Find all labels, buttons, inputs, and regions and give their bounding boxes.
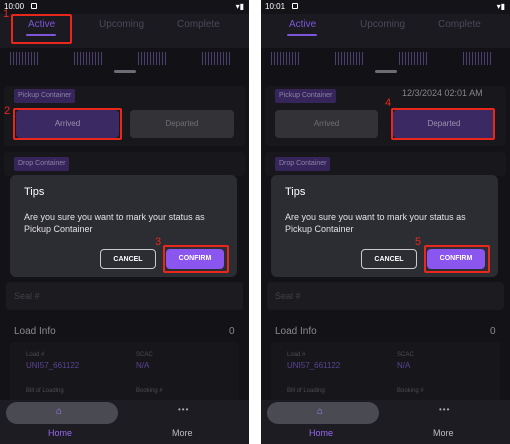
left-phone-screen: 10:00 ▾▮ Active Upcoming Complete Pickup… <box>0 0 249 444</box>
drag-handle[interactable] <box>375 70 397 73</box>
more-dots-icon[interactable]: ••• <box>178 405 189 414</box>
barcode-graphic <box>10 52 40 65</box>
active-tab-indicator <box>287 34 317 36</box>
barcode-strip <box>261 48 510 84</box>
barcode-graphic <box>74 52 104 65</box>
dialog-message: Are you sure you want to mark your statu… <box>24 212 205 234</box>
status-tabs: Active Upcoming Complete <box>261 14 510 48</box>
home-icon: ⌂ <box>317 406 324 417</box>
bottom-nav: ⌂ Home ••• More <box>261 400 510 444</box>
dialog-title: Tips <box>24 186 45 198</box>
home-nav-pill[interactable]: ⌂ <box>267 402 379 424</box>
annotation-number-5: 5 <box>415 236 422 248</box>
barcode-strip <box>0 48 249 84</box>
wifi-battery-icons: ▾▮ <box>235 2 244 11</box>
bottom-nav: ⌂ Home ••• More <box>0 400 249 444</box>
more-nav-label[interactable]: More <box>433 428 454 438</box>
tab-upcoming[interactable]: Upcoming <box>360 19 405 30</box>
barcode-graphic <box>202 52 232 65</box>
dialog-title: Tips <box>285 186 306 198</box>
annotation-number-1: 1 <box>3 8 10 20</box>
home-icon: ⌂ <box>56 406 63 417</box>
cancel-button[interactable]: CANCEL <box>100 249 156 269</box>
tab-complete[interactable]: Complete <box>438 19 481 30</box>
sim-icon <box>292 3 298 9</box>
annotation-box-4 <box>391 108 495 140</box>
cancel-button[interactable]: CANCEL <box>361 249 417 269</box>
annotation-number-2: 2 <box>4 105 11 117</box>
wifi-battery-icons: ▾▮ <box>496 2 505 11</box>
more-nav-label[interactable]: More <box>172 428 193 438</box>
status-time: 10:01 <box>265 2 286 11</box>
home-nav-label[interactable]: Home <box>309 428 333 438</box>
tab-upcoming[interactable]: Upcoming <box>99 19 144 30</box>
barcode-graphic <box>271 52 301 65</box>
more-dots-icon[interactable]: ••• <box>439 405 450 414</box>
dialog-message: Are you sure you want to mark your statu… <box>285 212 466 234</box>
status-bar: 10:00 ▾▮ <box>0 0 249 14</box>
barcode-graphic <box>335 52 365 65</box>
drag-handle[interactable] <box>114 70 136 73</box>
tab-active[interactable]: Active <box>289 19 316 30</box>
annotation-box-5 <box>424 245 490 273</box>
annotation-box-2 <box>13 108 122 140</box>
annotation-box-1 <box>11 14 72 44</box>
right-phone-screen: 10:01 ▾▮ Active Upcoming Complete Pickup… <box>261 0 510 444</box>
tab-complete[interactable]: Complete <box>177 19 220 30</box>
annotation-box-3 <box>163 245 229 273</box>
annotation-number-4: 4 <box>385 97 392 109</box>
barcode-graphic <box>138 52 168 65</box>
sim-icon <box>31 3 37 9</box>
barcode-graphic <box>463 52 493 65</box>
home-nav-pill[interactable]: ⌂ <box>6 402 118 424</box>
home-nav-label[interactable]: Home <box>48 428 72 438</box>
barcode-graphic <box>399 52 429 65</box>
annotation-number-3: 3 <box>155 236 162 248</box>
status-bar: 10:01 ▾▮ <box>261 0 510 14</box>
